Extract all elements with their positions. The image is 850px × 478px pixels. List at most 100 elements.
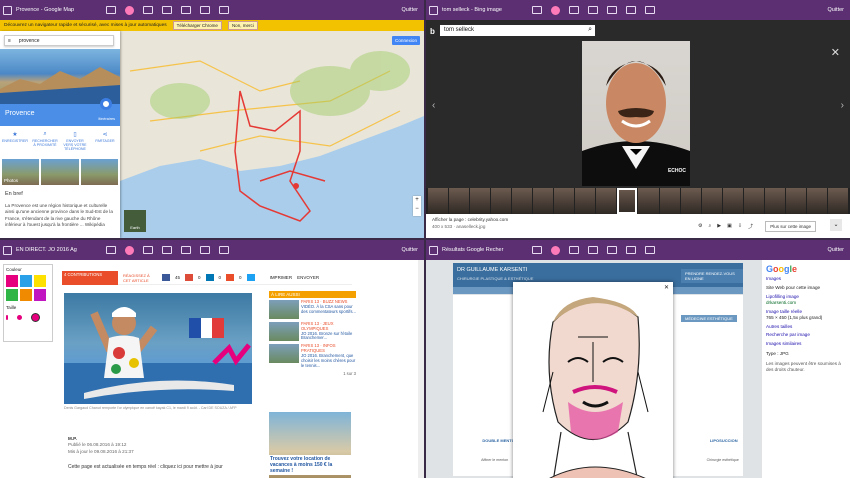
save-icon[interactable] (626, 246, 636, 254)
sidebar-pager[interactable]: 1 sur 3 (269, 371, 356, 376)
window-titlebar[interactable]: EN DIRECT. JO 2016 Ag Quitter (0, 240, 424, 260)
google-icon[interactable] (226, 274, 235, 281)
aesthetic-medicine-tab[interactable]: MÉDECINE ESTHÉTIQUE (681, 315, 737, 322)
eraser-icon[interactable] (569, 6, 579, 14)
appointment-button[interactable]: PRENDRE RENDEZ-VOUS EN LIGNE (681, 269, 743, 283)
live-update-note[interactable]: Cette page est actualisée en temps réel … (68, 464, 223, 470)
prev-arrow-icon[interactable]: ‹ (432, 100, 435, 111)
collapse-icon[interactable]: ⌄ (830, 219, 842, 231)
quit-button[interactable]: Quitter (827, 7, 844, 13)
quit-button[interactable]: Quitter (401, 7, 418, 13)
quit-button[interactable]: Quitter (827, 247, 844, 253)
share-icon[interactable] (645, 246, 655, 254)
thumbnail[interactable] (428, 188, 449, 214)
react-link[interactable]: RÉAGISSEZ À CET ARTICLE (123, 273, 157, 283)
thumbnail[interactable] (764, 188, 785, 214)
search-input[interactable]: ≡ provence (4, 35, 114, 46)
pen-icon[interactable] (532, 246, 542, 254)
window-titlebar[interactable]: tom selleck - Bing image Quitter (426, 0, 850, 20)
thumbnail[interactable] (806, 188, 827, 214)
photo-thumb[interactable] (80, 159, 118, 185)
facebook-icon[interactable] (162, 274, 170, 281)
other-sizes-link[interactable]: Autres tailles (766, 324, 846, 330)
no-thanks-button[interactable]: Non, merci (227, 21, 258, 30)
settings-icon[interactable]: ⚙ (698, 223, 702, 230)
swatch-yellow[interactable] (34, 275, 46, 287)
bing-logo[interactable]: b (430, 27, 435, 36)
article-photo[interactable] (64, 293, 252, 404)
highlighter-icon[interactable] (125, 5, 134, 15)
thumbnail[interactable] (449, 188, 470, 214)
share-icon[interactable] (645, 6, 655, 14)
close-icon[interactable]: ✕ (831, 46, 840, 59)
zoom-control[interactable]: + − (413, 196, 421, 216)
save-icon[interactable] (626, 6, 636, 14)
image-lightbox[interactable]: ✕ (513, 282, 673, 478)
twitter-icon[interactable] (246, 274, 255, 281)
share-icon[interactable] (219, 246, 229, 254)
thumbnail[interactable] (533, 188, 554, 214)
note-icon[interactable] (588, 246, 598, 254)
swatch-magenta[interactable] (6, 275, 18, 287)
thumbnail[interactable] (680, 188, 701, 214)
download-icon[interactable]: ⇩ (738, 223, 742, 230)
clip-icon[interactable] (181, 246, 191, 254)
save-icon[interactable] (200, 6, 210, 14)
thumbnail[interactable] (785, 188, 806, 214)
share-icon[interactable]: ⤴ (748, 223, 753, 230)
clip-icon[interactable] (181, 6, 191, 14)
size-small[interactable] (6, 315, 8, 320)
window-titlebar[interactable]: Résultats Google Recher Quitter (426, 240, 850, 260)
related-item[interactable]: PARIS 13 · JEUX OLYMPIQUES JO 2016. Bronz… (269, 321, 356, 341)
share-icon[interactable] (219, 6, 229, 14)
linkedin-icon[interactable] (205, 274, 214, 281)
thumbnail[interactable] (596, 188, 617, 214)
pen-icon[interactable] (106, 6, 116, 14)
highlighter-icon[interactable] (125, 245, 134, 255)
thumbnail[interactable] (638, 188, 659, 214)
similar-images-link[interactable]: Images similaires (766, 341, 846, 347)
scrollbar[interactable] (418, 260, 424, 478)
contributions-badge[interactable]: 4 CONTRIBUTIONS (62, 270, 118, 285)
more-on-image-button[interactable]: Plus sur cette image (765, 221, 816, 232)
clip-icon[interactable] (607, 246, 617, 254)
thumbnail[interactable] (827, 188, 848, 214)
eraser-icon[interactable] (143, 246, 153, 254)
thumbnail-selected[interactable] (617, 188, 638, 214)
thumbnail[interactable] (470, 188, 491, 214)
close-icon[interactable]: ✕ (664, 284, 669, 291)
note-icon[interactable] (162, 6, 172, 14)
download-chrome-button[interactable]: Télécharger Chrome (172, 21, 222, 30)
swatch-orange[interactable] (20, 289, 32, 301)
share-action[interactable]: ⋖ PARTAGER (92, 131, 118, 151)
eraser-icon[interactable] (143, 6, 153, 14)
related-item[interactable]: PARIS 13 · BUZZ NEWS VIDÉO. À la CSA sans… (269, 299, 356, 319)
size-medium[interactable] (17, 315, 22, 320)
thumbnail[interactable] (554, 188, 575, 214)
thumbnail[interactable] (659, 188, 680, 214)
tab-liposuction[interactable]: LIPOSUCCION (710, 438, 738, 443)
photo-thumb[interactable] (41, 159, 79, 185)
search-input[interactable]: tom selleck ⌕ (440, 25, 595, 36)
search-icon[interactable]: ⌕ (588, 26, 592, 34)
save-icon[interactable] (200, 246, 210, 254)
sign-in-button[interactable]: Connexion (392, 36, 420, 45)
pen-icon[interactable] (106, 246, 116, 254)
ad-text[interactable]: Trouvez votre location de vacances à moi… (269, 455, 351, 475)
earth-toggle[interactable]: Earth (124, 210, 146, 232)
place-hero-photo[interactable] (0, 49, 120, 104)
eraser-icon[interactable] (569, 246, 579, 254)
note-icon[interactable] (162, 246, 172, 254)
send-to-phone-action[interactable]: ▯ ENVOYER VERS VOTRE TÉLÉPHONE (62, 131, 88, 151)
google-logo[interactable]: Google (766, 264, 846, 276)
size-large-selected[interactable] (31, 313, 40, 322)
thumbnail[interactable] (575, 188, 596, 214)
quit-button[interactable]: Quitter (401, 247, 418, 253)
clip-icon[interactable] (607, 6, 617, 14)
print-button[interactable]: IMPRIMER (270, 275, 293, 280)
thumbnail[interactable] (491, 188, 512, 214)
send-button[interactable]: ENVOYER (297, 275, 319, 280)
highlighter-icon[interactable] (551, 5, 560, 15)
directions-button[interactable] (100, 98, 112, 110)
main-photo[interactable]: ECHOC (582, 41, 690, 186)
